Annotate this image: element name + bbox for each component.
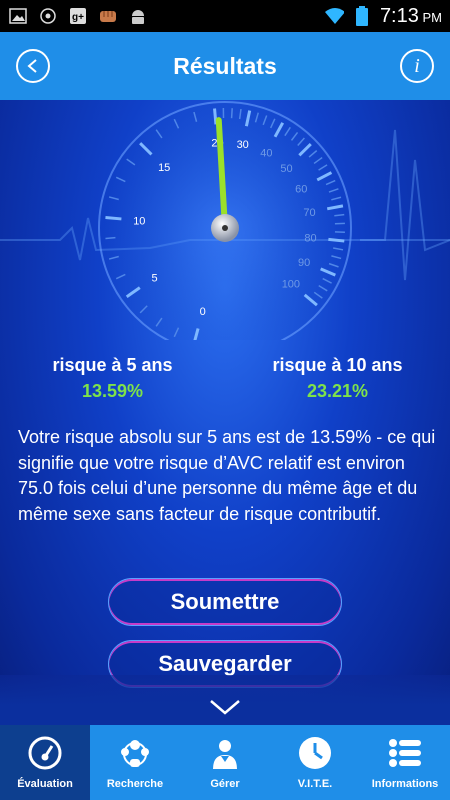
wifi-icon [324, 7, 344, 25]
info-icon: i [414, 54, 420, 77]
gauge-tick-label: 5 [151, 272, 157, 284]
risk-5-years: risque à 5 ans 13.59% [0, 355, 225, 402]
gauge-icon [27, 735, 63, 771]
fist-icon [98, 7, 118, 25]
gauge-tick-label: 70 [303, 207, 315, 219]
risk-10-years: risque à 10 ans 23.21% [225, 355, 450, 402]
page-title: Résultats [173, 52, 277, 79]
risk-value: 13.59% [81, 381, 144, 401]
gallery-icon [8, 7, 28, 25]
battery-icon [352, 6, 372, 26]
gauge-tick-label: 90 [298, 257, 310, 269]
gauge-major-tick [328, 237, 345, 243]
risk-description: Votre risque absolu sur 5 ans est de 13.… [18, 427, 436, 524]
clock-icon [297, 735, 333, 771]
nav-evaluation[interactable]: Évaluation [0, 725, 90, 800]
gauge-tick-label: 15 [158, 162, 170, 174]
people-icon [117, 735, 153, 771]
chevron-left-icon [27, 59, 37, 73]
chevron-down-icon[interactable] [209, 698, 241, 716]
gauge-tick-label: 100 [282, 278, 300, 290]
risk-summary: risque à 5 ans 13.59% risque à 10 ans 23… [0, 355, 450, 402]
nav-vite[interactable]: V.I.T.E. [270, 725, 360, 800]
status-clock: 7:13 PM [379, 4, 442, 27]
nav-label: V.I.T.E. [297, 778, 333, 790]
gauge-tick-label: 60 [295, 183, 307, 195]
doctor-icon [207, 735, 243, 771]
risk-label: risque à 10 ans [272, 355, 403, 375]
nav-gerer[interactable]: Gérer [180, 725, 270, 800]
gauge-major-tick [213, 108, 218, 125]
bottom-navigation: Évaluation Recherche Gérer V.I.T.E. Info… [0, 725, 450, 800]
gauge-major-tick [105, 216, 122, 221]
music-icon [38, 7, 58, 25]
gauge-tick-label: 30 [237, 139, 249, 151]
google-plus-icon: g+ [68, 7, 88, 25]
back-button[interactable] [16, 49, 50, 83]
android-icon [128, 7, 148, 25]
submit-button[interactable]: Soumettre [108, 578, 342, 626]
nav-label: Informations [371, 778, 439, 790]
nav-label: Gérer [210, 778, 240, 790]
list-icon [387, 735, 423, 771]
gauge-tick-label: 40 [260, 148, 272, 160]
nav-label: Évaluation [17, 778, 73, 790]
info-button[interactable]: i [400, 49, 434, 83]
results-panel: 0510152030405060708090100 risque à 5 ans… [0, 100, 450, 725]
gauge-tick-label: 50 [280, 163, 292, 175]
risk-label: risque à 5 ans [52, 355, 173, 375]
app-header: Résultats i [0, 32, 450, 100]
nav-recherche[interactable]: Recherche [90, 725, 180, 800]
gauge-tick-label: 0 [200, 306, 206, 318]
risk-gauge: 0510152030405060708090100 [98, 101, 352, 340]
nav-label: Recherche [106, 778, 164, 790]
status-bar: g+ 7:13 PM [0, 0, 450, 32]
svg-text:g+: g+ [72, 12, 84, 23]
gauge-minor-tick [105, 236, 116, 240]
gauge-tick-label: 10 [133, 216, 145, 228]
nav-informations[interactable]: Informations [360, 725, 450, 800]
gauge-minor-tick [230, 108, 233, 119]
risk-value: 23.21% [306, 381, 369, 401]
gauge-tick-label: 80 [304, 232, 316, 244]
